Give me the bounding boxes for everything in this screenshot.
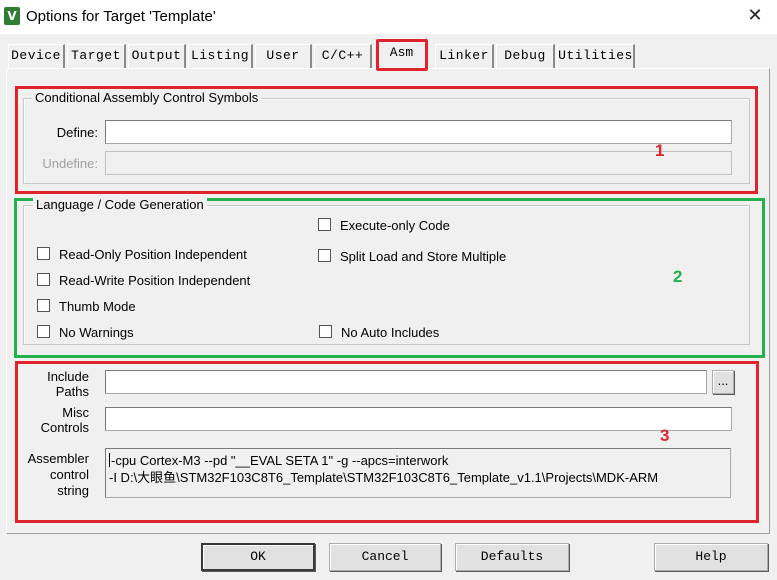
split-ldm-checkbox[interactable] [318,249,331,262]
close-icon[interactable]: ✕ [742,5,768,29]
no-auto-includes-checkbox[interactable] [319,325,332,338]
defaults-button[interactable]: Defaults [455,543,569,571]
tab-utilities[interactable]: Utilities [557,44,635,68]
include-paths-input[interactable] [105,370,707,394]
browse-include-paths-button[interactable]: ... [712,370,734,394]
window-title: Options for Target 'Template' [26,8,216,25]
annotation-number-2: 2 [673,267,683,286]
asm-control-line-2: -I D:\大眼鱼\STM32F103C8T6_Template\STM32F1… [109,470,659,485]
misc-controls-input[interactable] [105,407,732,431]
execute-only-label: Execute-only Code [340,218,450,233]
thumb-mode-checkbox[interactable] [37,299,50,312]
conditional-assembly-group-title: Conditional Assembly Control Symbols [32,90,262,105]
asm-control-line-1: -cpu Cortex-M3 --pd "__EVAL SETA 1" -g -… [111,453,449,468]
undefine-input [105,151,732,175]
rwpi-checkbox[interactable] [37,273,50,286]
assembler-control-string-label: Assembler control string [27,451,89,498]
tab-c-cpp[interactable]: C/C++ [314,44,372,68]
undefine-label: Undefine: [42,156,98,171]
asm-tab-highlight-box [376,39,428,71]
ok-button[interactable]: OK [201,543,315,571]
execute-only-checkbox[interactable] [318,218,331,231]
no-warnings-checkbox[interactable] [37,325,50,338]
keil-uvision-icon: V [4,7,20,25]
rwpi-label: Read-Write Position Independent [59,273,251,288]
help-button[interactable]: Help [654,543,768,571]
misc-controls-label: Misc Controls [40,405,89,435]
split-ldm-label: Split Load and Store Multiple [340,249,507,264]
tab-user[interactable]: User [255,44,312,68]
ropi-label: Read-Only Position Independent [59,247,247,262]
tab-device[interactable]: Device [8,44,65,68]
tab-target[interactable]: Target [67,44,126,68]
tab-linker[interactable]: Linker [435,44,494,68]
cancel-button[interactable]: Cancel [329,543,441,571]
no-warnings-label: No Warnings [59,325,134,340]
thumb-mode-label: Thumb Mode [59,299,136,314]
define-label: Define: [56,125,98,140]
no-auto-includes-label: No Auto Includes [341,325,440,340]
tab-output[interactable]: Output [128,44,186,68]
assembler-control-string[interactable]: -cpu Cortex-M3 --pd "__EVAL SETA 1" -g -… [105,448,731,498]
define-input[interactable] [105,120,732,144]
language-group-title: Language / Code Generation [33,197,207,212]
annotation-number-3: 3 [660,426,670,445]
include-paths-label: Include Paths [47,369,89,399]
ropi-checkbox[interactable] [37,247,50,260]
annotation-number-1: 1 [655,141,665,160]
tab-listing[interactable]: Listing [188,44,253,68]
text-caret [109,453,110,467]
tab-debug[interactable]: Debug [496,44,555,68]
